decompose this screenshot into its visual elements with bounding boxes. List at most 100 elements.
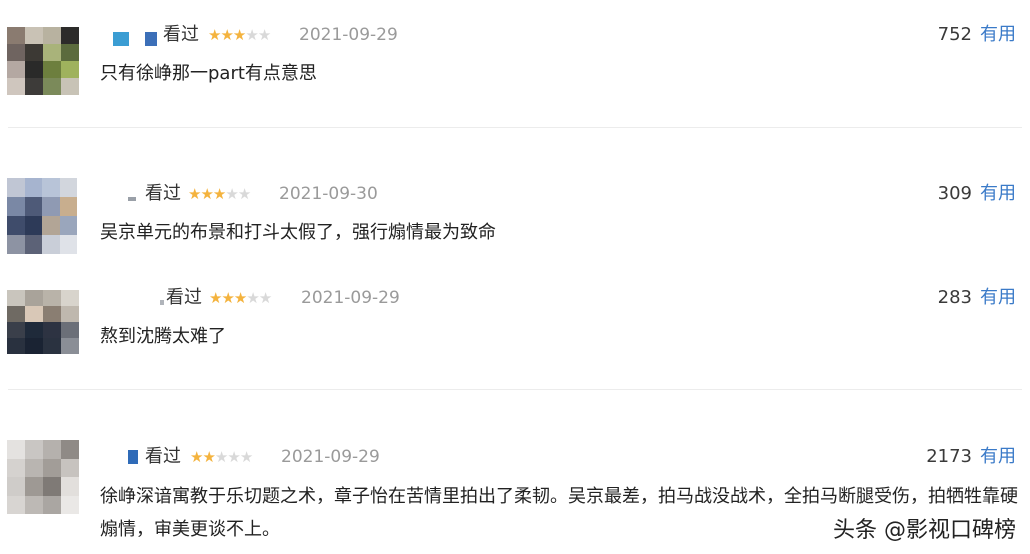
avatar-pixel (7, 44, 25, 61)
username-blurred[interactable] (160, 300, 164, 305)
avatar-pixel (42, 197, 60, 216)
avatar-pixel (24, 235, 42, 254)
avatar-pixel (25, 458, 43, 477)
star-empty-icon: ★ (239, 448, 253, 466)
avatar-pixel (25, 61, 43, 78)
avatar-pixel (43, 477, 61, 496)
rating-stars: ★★★★★ (208, 23, 271, 47)
avatar-pixel (43, 495, 61, 514)
avatar-pixel (43, 338, 61, 354)
avatar-pixel (7, 178, 25, 197)
useful-link[interactable]: 有用 (980, 183, 1016, 204)
avatar-pixel (7, 61, 25, 78)
avatar-pixel (43, 27, 61, 44)
star-filled-icon: ★ (221, 289, 234, 307)
avatar-pixel (43, 78, 61, 95)
avatar-pixel (59, 216, 77, 235)
avatar[interactable] (7, 290, 79, 354)
watched-status: 看过 (145, 183, 181, 204)
avatar-pixel (24, 178, 42, 197)
avatar-pixel (7, 235, 25, 254)
username-blurred[interactable] (128, 450, 138, 464)
star-empty-icon: ★ (258, 289, 272, 307)
review-date: 2021-09-30 (279, 184, 378, 204)
avatar-pixel (61, 495, 79, 514)
avatar-pixel (25, 440, 43, 459)
avatar-pixel (25, 27, 43, 44)
star-empty-icon: ★ (257, 26, 271, 44)
review-date: 2021-09-29 (299, 25, 398, 45)
useful-link[interactable]: 有用 (980, 287, 1016, 308)
star-filled-icon: ★ (202, 448, 215, 466)
useful-link[interactable]: 有用 (980, 446, 1016, 467)
divider (8, 127, 1022, 128)
vote-count: 309 (937, 183, 972, 204)
avatar-pixel (61, 44, 79, 61)
rating-stars: ★★★★★ (209, 286, 272, 310)
watched-status: 看过 (166, 287, 202, 308)
useful-link[interactable]: 有用 (980, 24, 1016, 45)
review-text: 只有徐峥那一part有点意思 (100, 63, 317, 84)
star-empty-icon: ★ (225, 185, 238, 203)
star-filled-icon: ★ (209, 289, 222, 307)
avatar-pixel (7, 477, 25, 496)
avatar-pixel (42, 216, 60, 235)
review-date: 2021-09-29 (281, 447, 380, 467)
star-filled-icon: ★ (232, 26, 246, 44)
avatar-pixel (61, 78, 79, 95)
avatar-pixel (7, 27, 25, 44)
avatar-pixel (7, 338, 25, 354)
divider (8, 389, 1022, 390)
avatar[interactable] (7, 178, 77, 254)
vote-count: 2173 (926, 446, 972, 467)
avatar-pixel (42, 235, 60, 254)
star-empty-icon: ★ (246, 289, 259, 307)
avatar-pixel (7, 216, 25, 235)
avatar-pixel (25, 78, 43, 95)
star-empty-icon: ★ (237, 185, 251, 203)
avatar-pixel (25, 306, 43, 322)
rating-stars: ★★★★★ (188, 182, 251, 206)
avatar-pixel (43, 61, 61, 78)
avatar-pixel (61, 322, 79, 338)
avatar-pixel (7, 440, 25, 459)
star-empty-icon: ★ (245, 26, 258, 44)
avatar-pixel (43, 306, 61, 322)
avatar-pixel (43, 440, 61, 459)
star-filled-icon: ★ (212, 185, 226, 203)
star-filled-icon: ★ (233, 289, 247, 307)
avatar-pixel (61, 290, 79, 306)
rating-stars: ★★★★★ (190, 445, 253, 469)
avatar-pixel (59, 197, 77, 216)
vote-count: 283 (937, 287, 972, 308)
avatar-pixel (61, 61, 79, 78)
watermark: 头条 @影视口碑榜 (833, 518, 1016, 543)
avatar-pixel (25, 338, 43, 354)
avatar-pixel (61, 440, 79, 459)
watched-status: 看过 (145, 446, 181, 467)
avatar-pixel (25, 477, 43, 496)
avatar-pixel (7, 495, 25, 514)
avatar-pixel (7, 306, 25, 322)
avatar-pixel (61, 306, 79, 322)
avatar-pixel (25, 322, 43, 338)
avatar-pixel (7, 322, 25, 338)
avatar-pixel (61, 338, 79, 354)
star-filled-icon: ★ (220, 26, 233, 44)
avatar[interactable] (7, 440, 79, 514)
avatar-pixel (7, 78, 25, 95)
review-date: 2021-09-29 (301, 288, 400, 308)
avatar-pixel (25, 290, 43, 306)
avatar[interactable] (7, 27, 79, 95)
avatar-pixel (25, 44, 43, 61)
avatar-pixel (43, 290, 61, 306)
vote-area: 309 有用 (938, 182, 1016, 206)
avatar-pixel (25, 495, 43, 514)
avatar-pixel (43, 322, 61, 338)
star-empty-icon: ★ (214, 448, 228, 466)
username-blurred[interactable] (128, 197, 136, 201)
username-blurred[interactable] (105, 32, 157, 46)
vote-count: 752 (937, 24, 972, 45)
avatar-pixel (7, 290, 25, 306)
avatar-pixel (24, 216, 42, 235)
